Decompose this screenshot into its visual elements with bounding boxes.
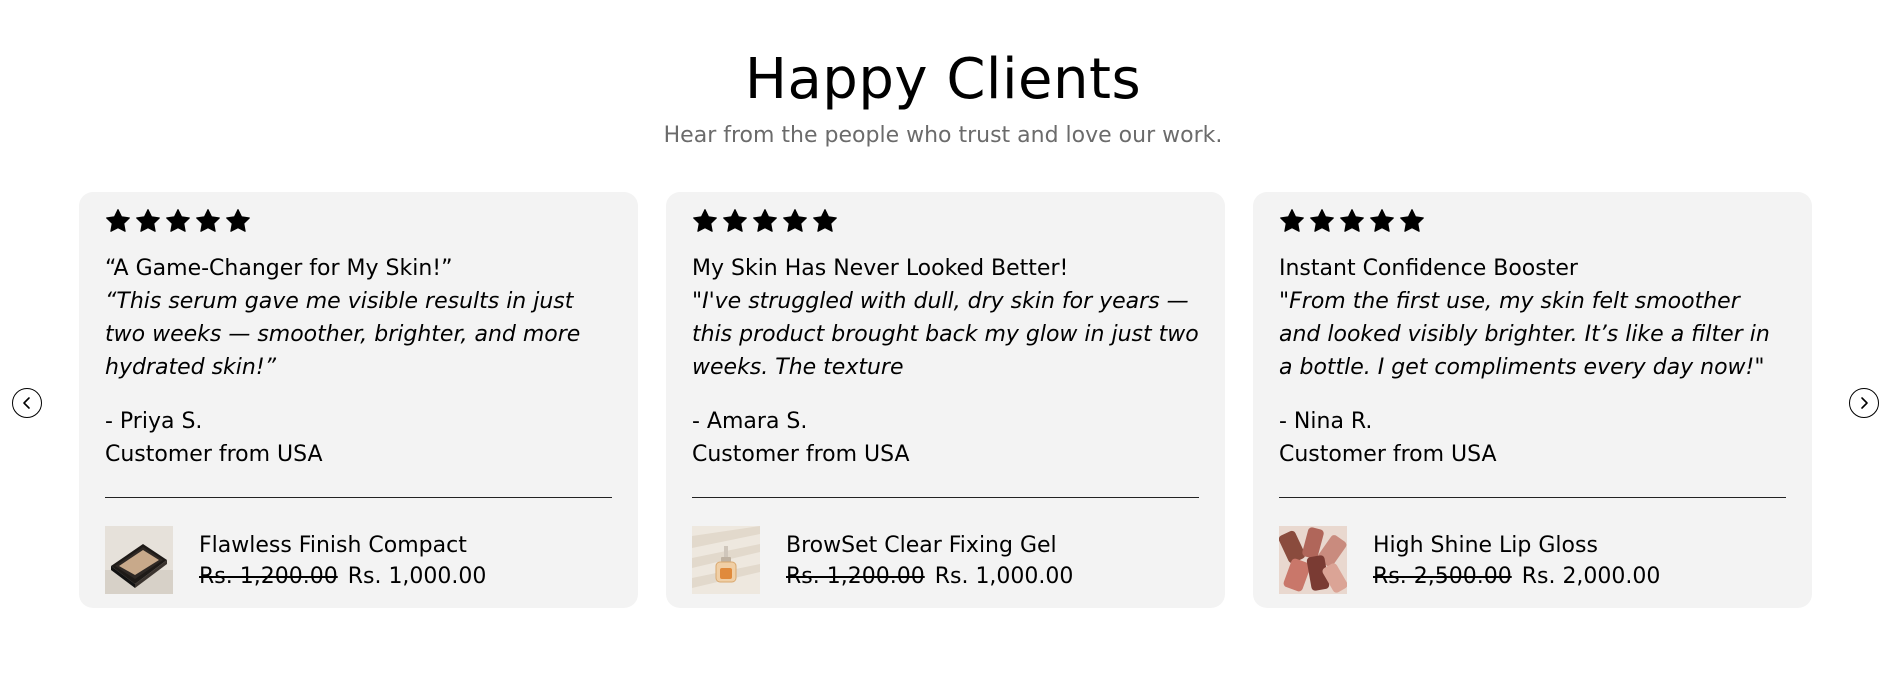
star-rating: [105, 206, 612, 236]
compact-product-thumbnail[interactable]: [105, 526, 173, 594]
card-divider: [105, 497, 612, 498]
star-icon: [1310, 209, 1334, 232]
star-icon: [1340, 209, 1364, 232]
section-heading: Happy Clients: [744, 47, 1142, 112]
testimonial-location: Customer from USA: [105, 442, 323, 467]
product-name[interactable]: High Shine Lip Gloss: [1373, 529, 1660, 562]
chevron-left-icon: [23, 397, 30, 409]
carousel-prev-button[interactable]: [12, 388, 42, 418]
star-icon: [1400, 209, 1424, 232]
star-icon: [136, 209, 160, 232]
star-rating: [1279, 206, 1786, 236]
product-prices: Rs. 1,200.00 Rs. 1,000.00: [199, 562, 486, 592]
star-icon: [106, 209, 130, 232]
sale-price: Rs. 1,000.00: [347, 563, 487, 589]
star-icon: [1280, 209, 1304, 232]
product-prices: Rs. 1,200.00 Rs. 1,000.00: [786, 562, 1073, 592]
testimonial-title: Instant Confidence Booster: [1279, 256, 1578, 281]
testimonial-carousel: “A Game-Changer for My Skin!” “This seru…: [79, 192, 1814, 608]
gel-bottle-product-thumbnail[interactable]: [692, 526, 760, 594]
star-icon: [226, 209, 250, 232]
testimonial-author: - Nina R.: [1279, 409, 1373, 434]
sale-price: Rs. 2,000.00: [1521, 563, 1661, 589]
testimonial-quote: "From the first use, my skin felt smooth…: [1279, 289, 1770, 380]
chevron-right-icon: [1861, 397, 1868, 409]
featured-product[interactable]: Flawless Finish Compact Rs. 1,200.00 Rs. …: [105, 526, 612, 594]
card-divider: [1279, 497, 1786, 498]
testimonial-author: - Priya S.: [105, 409, 203, 434]
section-subheading: Hear from the people who trust and love …: [663, 123, 1223, 148]
star-icon: [753, 209, 777, 232]
featured-product[interactable]: BrowSet Clear Fixing Gel Rs. 1,200.00 Rs.…: [692, 526, 1199, 594]
testimonial-card: My Skin Has Never Looked Better! "I've s…: [666, 192, 1225, 608]
star-icon: [196, 209, 220, 232]
sale-price: Rs. 1,000.00: [934, 563, 1074, 589]
testimonial-location: Customer from USA: [1279, 442, 1497, 467]
product-prices: Rs. 2,500.00 Rs. 2,000.00: [1373, 562, 1660, 592]
star-icon: [693, 209, 717, 232]
star-icon: [166, 209, 190, 232]
star-icon: [813, 209, 837, 232]
featured-product[interactable]: High Shine Lip Gloss Rs. 2,500.00 Rs. 2,0…: [1279, 526, 1786, 594]
original-price: Rs. 2,500.00: [1373, 563, 1512, 589]
star-rating: [692, 206, 1199, 236]
testimonial-title: “A Game-Changer for My Skin!”: [105, 256, 453, 281]
card-divider: [692, 497, 1199, 498]
testimonial-author: - Amara S.: [692, 409, 808, 434]
testimonial-quote: “This serum gave me visible results in j…: [105, 289, 581, 380]
star-icon: [783, 209, 807, 232]
testimonial-quote: "I've struggled with dull, dry skin for …: [692, 289, 1199, 380]
testimonial-card: “A Game-Changer for My Skin!” “This seru…: [79, 192, 638, 608]
testimonial-card: Instant Confidence Booster "From the fir…: [1253, 192, 1812, 608]
testimonials-section: Happy Clients Hear from the people who t…: [0, 0, 1886, 687]
original-price: Rs. 1,200.00: [786, 563, 925, 589]
original-price: Rs. 1,200.00: [199, 563, 338, 589]
carousel-next-button[interactable]: [1849, 388, 1879, 418]
star-icon: [1370, 209, 1394, 232]
star-icon: [723, 209, 747, 232]
product-name[interactable]: BrowSet Clear Fixing Gel: [786, 529, 1073, 562]
testimonial-location: Customer from USA: [692, 442, 910, 467]
product-name[interactable]: Flawless Finish Compact: [199, 529, 486, 562]
testimonial-title: My Skin Has Never Looked Better!: [692, 256, 1069, 281]
lip-gloss-product-thumbnail[interactable]: [1279, 526, 1347, 594]
